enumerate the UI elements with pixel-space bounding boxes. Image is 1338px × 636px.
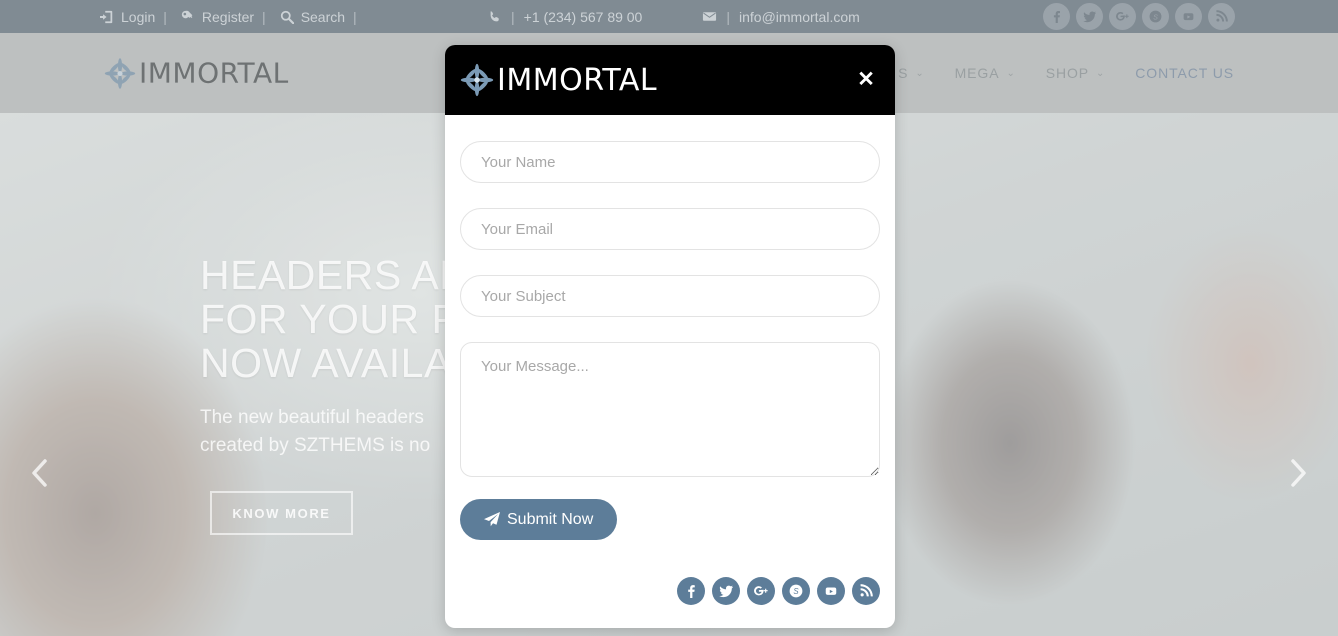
submit-button[interactable]: Submit Now bbox=[460, 499, 618, 540]
chevron-left-icon bbox=[32, 459, 47, 487]
paper-plane-icon bbox=[484, 511, 500, 526]
immortal-logo-mark-icon bbox=[104, 57, 136, 89]
slider-prev-arrow[interactable] bbox=[22, 453, 56, 493]
login-label: Login bbox=[121, 8, 156, 25]
immortal-logo-mark-icon bbox=[460, 63, 494, 97]
phone-number: +1 (234) 567 89 00 bbox=[523, 8, 643, 25]
topbar-sep-1: | bbox=[163, 8, 167, 25]
modal-social-list: S bbox=[677, 577, 880, 605]
youtube-icon[interactable] bbox=[1175, 3, 1202, 30]
svg-text:S: S bbox=[793, 587, 799, 596]
nav-item-label: CONTACT US bbox=[1135, 65, 1234, 81]
submit-button-label: Submit Now bbox=[507, 510, 594, 528]
facebook-icon[interactable] bbox=[1043, 3, 1070, 30]
phone-bar: | bbox=[511, 8, 515, 25]
topbar-sep-2: | bbox=[262, 8, 266, 25]
login-icon bbox=[100, 10, 113, 23]
hero-subtitle: The new beautiful headers created by SZT… bbox=[200, 407, 431, 456]
twitter-icon[interactable] bbox=[712, 577, 740, 605]
rss-icon[interactable] bbox=[852, 577, 880, 605]
modal-logo: IMMORTAL bbox=[460, 63, 657, 98]
site-logo[interactable]: IMMORTAL bbox=[104, 57, 289, 90]
nav-item-label: S bbox=[898, 65, 909, 81]
skype-icon[interactable]: S bbox=[1142, 3, 1169, 30]
skype-icon[interactable]: S bbox=[782, 577, 810, 605]
top-bar-contact: | +1 (234) 567 89 00 | info@immortal.com bbox=[488, 0, 860, 33]
top-bar: Login | Register | Search | | +1 (234) 5… bbox=[0, 0, 1338, 33]
nav-item-mega[interactable]: MEGA ⌄ bbox=[955, 65, 1016, 81]
search-label: Search bbox=[300, 8, 346, 25]
top-bar-links: Login | Register | Search | bbox=[100, 0, 365, 33]
facebook-icon[interactable] bbox=[677, 577, 705, 605]
register-link[interactable]: Register bbox=[181, 9, 254, 25]
chevron-down-icon: ⌄ bbox=[1096, 67, 1106, 79]
subject-input[interactable] bbox=[460, 275, 880, 317]
contact-form: Submit Now bbox=[445, 115, 895, 540]
topbar-sep-3: | bbox=[353, 8, 357, 25]
name-input[interactable] bbox=[460, 141, 880, 183]
envelope-icon bbox=[703, 12, 717, 21]
google-plus-icon[interactable] bbox=[747, 577, 775, 605]
email-bar: | bbox=[726, 8, 730, 25]
register-label: Register bbox=[201, 8, 255, 25]
phone-icon bbox=[490, 10, 499, 21]
chevron-down-icon: ⌄ bbox=[1006, 67, 1016, 79]
nav-item-shop[interactable]: SHOP ⌄ bbox=[1046, 65, 1106, 81]
contact-modal: IMMORTAL ✕ Submit Now bbox=[445, 45, 895, 628]
site-logo-text: IMMORTAL bbox=[139, 56, 289, 90]
email-info[interactable]: | info@immortal.com bbox=[702, 8, 860, 25]
nav-item-label: MEGA bbox=[954, 65, 1000, 81]
modal-header: IMMORTAL ✕ bbox=[445, 45, 895, 115]
modal-logo-text: IMMORTAL bbox=[497, 62, 658, 98]
chevron-down-icon: ⌄ bbox=[915, 67, 925, 79]
know-more-button[interactable]: KNOW MORE bbox=[210, 491, 353, 535]
nav-item-contact-us[interactable]: CONTACT US bbox=[1135, 65, 1234, 81]
twitter-icon[interactable] bbox=[1076, 3, 1103, 30]
nav-item-label: SHOP bbox=[1045, 65, 1089, 81]
search-link[interactable]: Search bbox=[280, 9, 345, 25]
youtube-icon[interactable] bbox=[817, 577, 845, 605]
email-input[interactable] bbox=[460, 208, 880, 250]
phone-info[interactable]: | +1 (234) 567 89 00 bbox=[488, 9, 642, 25]
chevron-right-icon bbox=[1291, 459, 1306, 487]
slider-next-arrow[interactable] bbox=[1282, 453, 1316, 493]
email-address: info@immortal.com bbox=[739, 8, 860, 25]
message-textarea[interactable] bbox=[460, 342, 880, 477]
key-icon bbox=[181, 10, 193, 18]
google-plus-icon[interactable] bbox=[1109, 3, 1136, 30]
close-icon[interactable]: ✕ bbox=[855, 69, 877, 91]
search-icon bbox=[280, 10, 294, 24]
top-bar-social-list: S bbox=[1043, 0, 1235, 33]
nav-menu: S ⌄ MEGA ⌄ SHOP ⌄ CONTACT US bbox=[898, 33, 1234, 113]
rss-icon[interactable] bbox=[1208, 3, 1235, 30]
nav-item-services[interactable]: S ⌄ bbox=[898, 65, 925, 81]
svg-text:S: S bbox=[1153, 14, 1158, 21]
login-link[interactable]: Login bbox=[100, 9, 155, 25]
